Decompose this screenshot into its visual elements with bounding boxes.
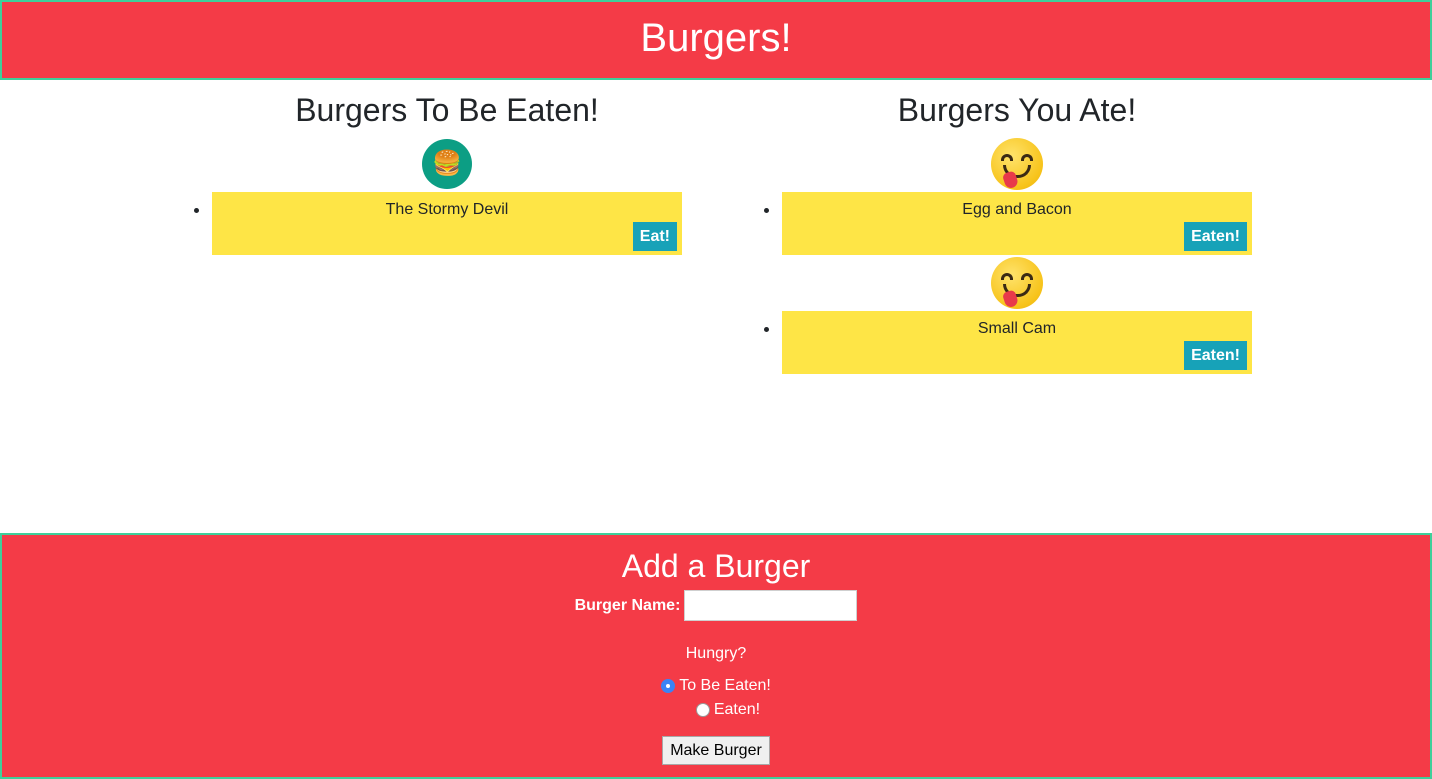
burger-name-row: Burger Name:: [2, 590, 1430, 621]
yum-face-icon: [991, 257, 1043, 309]
eaten-radio[interactable]: [695, 703, 710, 717]
list-item: Egg and Bacon Eaten!: [764, 136, 1252, 255]
to-be-eaten-heading: Burgers To Be Eaten!: [295, 92, 599, 128]
eaten-option-label: Eaten!: [713, 701, 761, 718]
eaten-button[interactable]: Eaten!: [1184, 222, 1247, 251]
list-bullet: [764, 327, 769, 332]
list-bullet: [764, 208, 769, 213]
burger-card: Egg and Bacon Eaten!: [782, 192, 1252, 255]
page-header: Burgers!: [0, 0, 1432, 80]
hamburger-icon: 🍔: [422, 139, 472, 189]
to-be-eaten-option-label: To Be Eaten!: [679, 677, 771, 694]
list-bullet: [194, 208, 199, 213]
burger-card: The Stormy Devil Eat!: [212, 192, 682, 255]
yum-face-icon: [991, 138, 1043, 190]
to-be-eaten-radio[interactable]: [661, 679, 676, 693]
burger-card: Small Cam Eaten!: [782, 311, 1252, 374]
list-item: 🍔 The Stormy Devil Eat!: [194, 136, 682, 255]
eaten-option[interactable]: Eaten!: [2, 701, 1430, 719]
page-title: Burgers!: [640, 16, 792, 60]
add-burger-panel: Add a Burger Burger Name: Hungry? To Be …: [0, 533, 1432, 779]
to-be-eaten-option[interactable]: To Be Eaten!: [2, 677, 1430, 695]
eaten-heading: Burgers You Ate!: [897, 92, 1137, 128]
burger-name-label: Burger Name:: [574, 596, 681, 614]
eat-button[interactable]: Eat!: [632, 222, 677, 251]
burger-name: Small Cam: [977, 320, 1057, 337]
burger-name: The Stormy Devil: [385, 201, 509, 218]
add-burger-heading: Add a Burger: [621, 548, 811, 584]
burger-name: Egg and Bacon: [962, 201, 1072, 218]
to-be-eaten-column: Burgers To Be Eaten! 🍔 The Stormy Devil …: [187, 80, 707, 255]
list-item: Small Cam Eaten!: [764, 255, 1252, 374]
eaten-button[interactable]: Eaten!: [1184, 341, 1247, 370]
burger-name-input[interactable]: [684, 590, 858, 621]
hungry-label: Hungry?: [685, 645, 747, 662]
make-burger-button[interactable]: Make Burger: [662, 736, 770, 765]
eaten-column: Burgers You Ate! Egg and Bacon Eaten! Sm…: [757, 80, 1277, 374]
